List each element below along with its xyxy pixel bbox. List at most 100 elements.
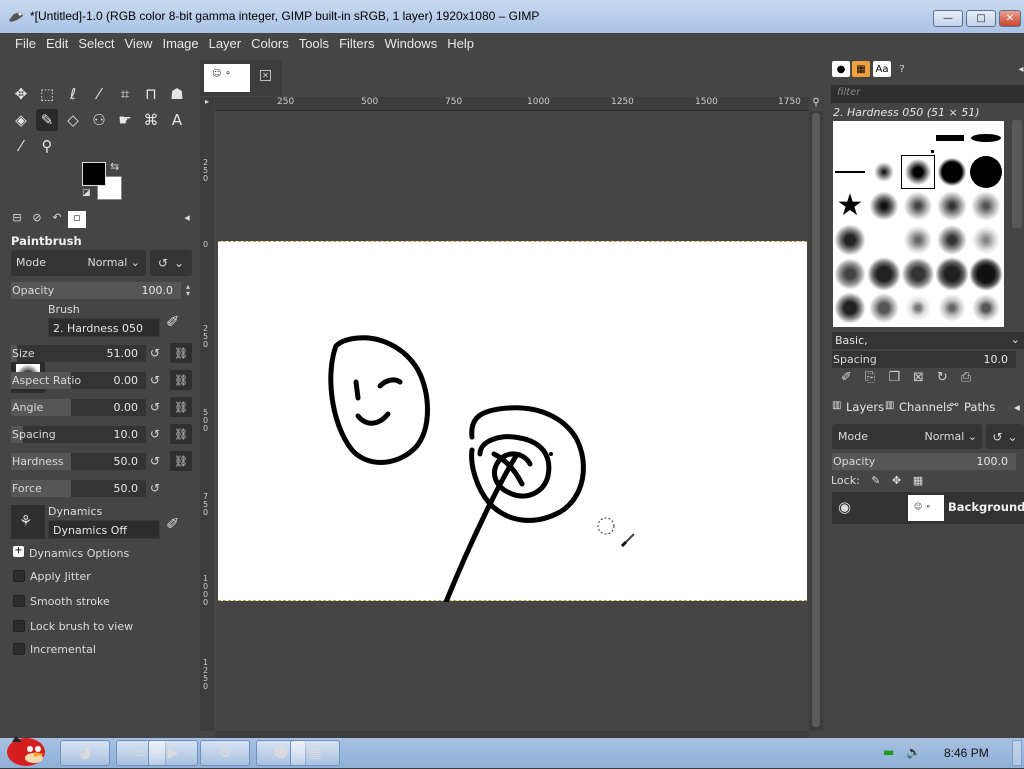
channels-tab-icon[interactable]: ▥: [885, 400, 894, 411]
layers-tab[interactable]: Layers: [846, 400, 884, 414]
aspect-link-icon[interactable]: ⛓: [170, 370, 192, 390]
warp-tool-icon[interactable]: ☗: [166, 83, 188, 105]
brush-thumb[interactable]: [935, 257, 969, 291]
images-tab-icon[interactable]: ▫: [68, 211, 86, 228]
app-taskbar-icon[interactable]: ⚙: [200, 740, 250, 766]
brush-thumb-selected[interactable]: [901, 155, 935, 189]
menu-file[interactable]: File: [15, 33, 45, 55]
brushes-tab-icon[interactable]: ●: [832, 61, 850, 77]
menu-view[interactable]: View: [125, 33, 162, 55]
angle-reset-icon[interactable]: ↺: [150, 400, 160, 414]
apply-jitter-checkbox[interactable]: [13, 570, 25, 582]
window-taskbar-icon[interactable]: ▤: [290, 740, 340, 766]
opacity-slider[interactable]: Opacity 100.0 ▴ ▾: [11, 282, 190, 299]
layer-row[interactable]: ◉ ☺ ⚬ Background: [832, 492, 1024, 524]
dynamics-name-field[interactable]: Dynamics Off: [48, 520, 160, 539]
brush-spacing-slider[interactable]: Spacing 10.0: [832, 351, 1016, 368]
menu-help[interactable]: Help: [447, 33, 483, 55]
clone-tool-icon[interactable]: ⚇: [88, 109, 110, 131]
opacity-spinner-icon[interactable]: ▴ ▾: [186, 283, 190, 298]
hardness-slider[interactable]: Hardness 50.0: [11, 453, 146, 470]
maximize-button[interactable]: □: [966, 10, 996, 27]
open-as-image-icon[interactable]: ⎙: [961, 370, 971, 388]
crop-tool-icon[interactable]: ⌗: [114, 83, 136, 105]
layer-mode-reset-button[interactable]: ↺ ⌄: [986, 424, 1024, 449]
brush-thumb[interactable]: [833, 155, 867, 189]
vertical-scrollbar[interactable]: [809, 111, 823, 731]
layer-opacity-slider[interactable]: Opacity 100.0: [832, 453, 1016, 470]
brush-thumb[interactable]: [901, 257, 935, 291]
lasso-tool-icon[interactable]: ℓ: [62, 83, 84, 105]
default-colors-icon[interactable]: ◪: [82, 188, 91, 198]
move-tool-icon[interactable]: ✥: [10, 83, 32, 105]
angle-link-icon[interactable]: ⛓: [170, 397, 192, 417]
spacing-link-icon[interactable]: ⛓: [170, 424, 192, 444]
brush-thumb[interactable]: [969, 155, 1003, 189]
media-player-taskbar-icon[interactable]: ▶: [148, 740, 198, 766]
hardness-reset-icon[interactable]: ↺: [150, 454, 160, 468]
brush-thumb[interactable]: [901, 223, 935, 257]
lock-position-icon[interactable]: ✥: [892, 474, 901, 487]
text-tool-icon[interactable]: A: [166, 109, 188, 131]
brush-thumb[interactable]: [901, 291, 935, 325]
angle-slider[interactable]: Angle 0.00: [11, 399, 146, 416]
unified-transform-tool-icon[interactable]: ⊓: [140, 83, 162, 105]
quick-mask-toggle-icon[interactable]: ▸: [200, 97, 214, 111]
brush-scroll-thumb[interactable]: [1012, 120, 1022, 228]
brush-thumb[interactable]: [867, 155, 901, 189]
menu-colors[interactable]: Colors: [251, 33, 298, 55]
scroll-thumb[interactable]: [812, 113, 820, 727]
brush-thumb[interactable]: [969, 189, 1003, 223]
brush-thumb[interactable]: [867, 291, 901, 325]
dock-menu-icon[interactable]: ◂: [1012, 61, 1024, 77]
minimize-button[interactable]: —: [933, 10, 963, 27]
brush-thumb[interactable]: [867, 257, 901, 291]
fuzzy-select-tool-icon[interactable]: ⁄: [88, 83, 110, 105]
layer-name[interactable]: Background: [948, 500, 1024, 514]
chrome-taskbar-icon[interactable]: ◕: [60, 740, 110, 766]
eraser-tool-icon[interactable]: ◇: [62, 109, 84, 131]
brush-thumb[interactable]: [901, 189, 935, 223]
network-icon[interactable]: ▬: [883, 745, 894, 759]
expand-plus-icon[interactable]: +: [13, 546, 24, 557]
undo-history-tab-icon[interactable]: ↶: [48, 211, 66, 228]
brush-thumb[interactable]: [935, 291, 969, 325]
menu-filters[interactable]: Filters: [339, 33, 383, 55]
size-link-icon[interactable]: ⛓: [170, 343, 192, 363]
paths-tab[interactable]: Paths: [964, 400, 995, 414]
brush-filter-input[interactable]: filter: [831, 85, 1024, 103]
show-desktop-button[interactable]: [1012, 740, 1022, 766]
rect-select-tool-icon[interactable]: ⬚: [36, 83, 58, 105]
eye-visibility-icon[interactable]: ◉: [838, 498, 851, 516]
close-button[interactable]: ✕: [999, 10, 1021, 27]
new-brush-icon[interactable]: ⎘: [865, 370, 875, 388]
menu-edit[interactable]: Edit: [46, 33, 77, 55]
brush-grid[interactable]: ★: [833, 121, 1004, 327]
brush-thumb[interactable]: ★: [833, 189, 867, 223]
edit-brush-icon[interactable]: ✐: [166, 312, 179, 331]
menu-windows[interactable]: Windows: [384, 33, 446, 55]
lock-alpha-icon[interactable]: ▦: [913, 474, 923, 487]
image-canvas[interactable]: [218, 241, 807, 605]
color-picker-tool-icon[interactable]: ⁄: [10, 135, 32, 157]
paths-tab-icon[interactable]: ⚯: [950, 400, 958, 411]
paintbrush-tool-icon[interactable]: ✎: [36, 109, 58, 131]
mode-dropdown[interactable]: Mode Normal ⌄: [11, 250, 146, 276]
menu-layer[interactable]: Layer: [209, 33, 251, 55]
hardness-link-icon[interactable]: ⛓: [170, 451, 192, 471]
device-status-tab-icon[interactable]: ⊘: [28, 211, 46, 228]
brush-thumb[interactable]: [935, 189, 969, 223]
brush-thumb[interactable]: [935, 223, 969, 257]
edit-brush-icon[interactable]: ✐: [841, 370, 852, 388]
smudge-tool-icon[interactable]: ☛: [114, 109, 136, 131]
refresh-brushes-icon[interactable]: ↻: [937, 370, 948, 388]
spacing-reset-icon[interactable]: ↺: [150, 427, 160, 441]
menu-select[interactable]: Select: [78, 33, 123, 55]
force-reset-icon[interactable]: ↺: [150, 481, 160, 495]
size-slider[interactable]: Size 51.00: [11, 345, 146, 362]
help-tab-icon[interactable]: ?: [893, 61, 911, 77]
tool-options-tab-icon[interactable]: ⊟: [8, 211, 26, 228]
swap-colors-icon[interactable]: ⇆: [110, 160, 119, 173]
brush-name-field[interactable]: 2. Hardness 050: [48, 318, 160, 337]
paths-tool-icon[interactable]: ⌘: [140, 109, 162, 131]
